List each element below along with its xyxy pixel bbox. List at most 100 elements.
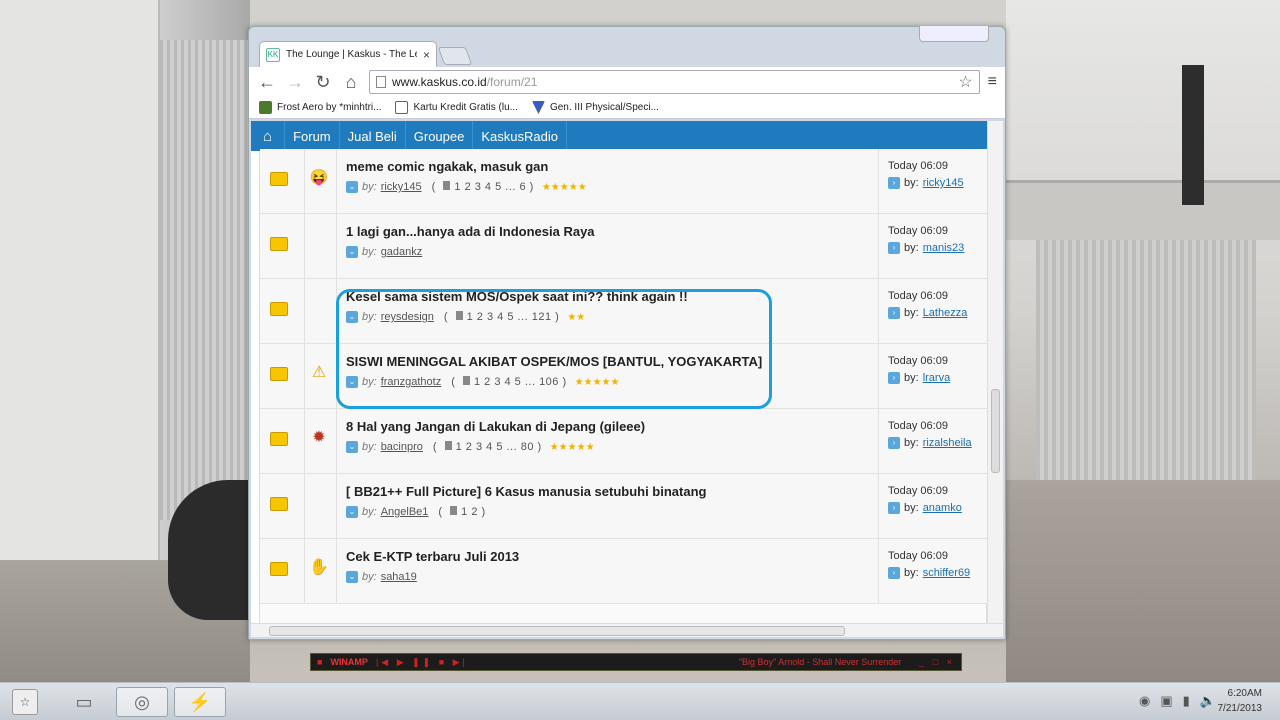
thread-row[interactable]: [ BB21++ Full Picture] 6 Kasus manusia s…	[260, 474, 988, 539]
browser-window: KK The Lounge | Kaskus - The Le × ← → ↻ …	[248, 26, 1006, 640]
expand-chevron-icon[interactable]: ⌄	[346, 376, 358, 388]
go-to-last-post-icon[interactable]: ›	[888, 502, 900, 514]
thread-row[interactable]: 1 lagi gan...hanya ada di Indonesia Raya…	[260, 214, 988, 279]
scrollbar-thumb[interactable]	[991, 389, 1000, 473]
bookmark-item[interactable]: Gen. III Physical/Speci...	[531, 101, 659, 114]
reload-icon[interactable]: ↻	[313, 72, 333, 93]
page-links[interactable]: ( 1 2 )	[438, 506, 485, 518]
bookmark-item[interactable]: Frost Aero by *minhtri...	[259, 101, 381, 114]
expand-chevron-icon[interactable]: ⌄	[346, 311, 358, 323]
thread-meta: ⌄ by: saha19	[346, 571, 417, 583]
thread-title[interactable]: SISWI MENINGGAL AKIBAT OSPEK/MOS [BANTUL…	[346, 354, 762, 369]
close-tab-icon[interactable]: ×	[423, 48, 430, 62]
thread-author[interactable]: bacinpro	[381, 441, 423, 453]
last-post-by: › by: manis23	[888, 242, 964, 254]
tab-the-lounge[interactable]: KK The Lounge | Kaskus - The Le ×	[259, 41, 437, 67]
page-links[interactable]: ( 1 2 3 4 5 ... 106 )	[451, 376, 566, 388]
winamp-logo-icon: ■	[317, 657, 323, 667]
thread-title[interactable]: 8 Hal yang Jangan di Lakukan di Jepang (…	[346, 419, 645, 434]
system-clock[interactable]: 6:20AM 7/21/2013	[1218, 686, 1263, 716]
last-post-user[interactable]: ricky145	[923, 177, 964, 189]
page-links[interactable]: ( 1 2 3 4 5 ... 121 )	[444, 311, 559, 323]
go-to-last-post-icon[interactable]: ›	[888, 372, 900, 384]
horizontal-scrollbar[interactable]	[251, 623, 1003, 637]
go-to-last-post-icon[interactable]: ›	[888, 242, 900, 254]
bookmark-item[interactable]: Kartu Kredit Gratis (lu...	[395, 101, 518, 114]
page-content: ⌂ Forum Jual Beli Groupee KaskusRadio 😝 …	[251, 121, 1003, 627]
thread-author[interactable]: gadankz	[381, 246, 423, 258]
page-links[interactable]: ( 1 2 3 4 5 ... 80 )	[433, 441, 542, 453]
nav-forum[interactable]: Forum	[285, 121, 340, 151]
by-label: by:	[362, 441, 377, 453]
thread-author[interactable]: ricky145	[381, 181, 422, 193]
last-post-user[interactable]: manis23	[923, 242, 965, 254]
home-nav-icon[interactable]: ⌂	[251, 121, 286, 151]
nav-groupee[interactable]: Groupee	[406, 121, 474, 151]
by-label: by:	[362, 376, 377, 388]
last-by-label: by:	[904, 177, 919, 189]
thread-title[interactable]: Kesel sama sistem MOS/Ospek saat ini?? t…	[346, 289, 688, 304]
expand-chevron-icon[interactable]: ⌄	[346, 246, 358, 258]
start-button[interactable]: ☆	[12, 689, 38, 715]
address-bar[interactable]: www.kaskus.co.id/forum/21 ☆	[369, 70, 980, 94]
winamp-taskbar-icon[interactable]: ⚡	[174, 687, 226, 717]
horizontal-scrollbar-thumb[interactable]	[269, 626, 845, 636]
thread-meta: ⌄ by: gadankz	[346, 246, 422, 258]
thread-row[interactable]: ✋ Cek E-KTP terbaru Juli 2013 ⌄ by: saha…	[260, 539, 988, 604]
last-post-user[interactable]: lrarva	[923, 372, 951, 384]
thread-title[interactable]: meme comic ngakak, masuk gan	[346, 159, 548, 174]
forward-arrow-icon[interactable]: →	[285, 72, 305, 93]
expand-chevron-icon[interactable]: ⌄	[346, 571, 358, 583]
bookmark-star-icon[interactable]: ☆	[958, 72, 972, 92]
network-icon[interactable]: ▮	[1183, 693, 1190, 709]
last-post-user[interactable]: rizalsheila	[923, 437, 972, 449]
expand-chevron-icon[interactable]: ⌄	[346, 441, 358, 453]
thread-title[interactable]: [ BB21++ Full Picture] 6 Kasus manusia s…	[346, 484, 706, 499]
back-arrow-icon[interactable]: ←	[257, 72, 277, 93]
go-to-last-post-icon[interactable]: ›	[888, 437, 900, 449]
pages-icon	[462, 376, 470, 385]
thread-row[interactable]: ⚠ SISWI MENINGGAL AKIBAT OSPEK/MOS [BANT…	[260, 344, 988, 409]
thread-title[interactable]: 1 lagi gan...hanya ada di Indonesia Raya	[346, 224, 595, 239]
last-post-user[interactable]: Lathezza	[923, 307, 968, 319]
page-links[interactable]: ( 1 2 3 4 5 ... 6 )	[432, 181, 534, 193]
volume-icon[interactable]: 🔈	[1200, 693, 1216, 709]
thread-row[interactable]: 😝 meme comic ngakak, masuk gan ⌄ by: ric…	[260, 149, 988, 214]
thread-author[interactable]: AngelBe1	[381, 506, 429, 518]
last-by-label: by:	[904, 437, 919, 449]
last-post-user[interactable]: anamko	[923, 502, 962, 514]
expand-chevron-icon[interactable]: ⌄	[346, 506, 358, 518]
thread-author[interactable]: franzgathotz	[381, 376, 442, 388]
nav-kaskusradio[interactable]: KaskusRadio	[473, 121, 567, 151]
pages-icon	[444, 441, 452, 450]
winamp-window-buttons[interactable]: _ □ ×	[919, 657, 955, 667]
thread-author[interactable]: reysdesign	[381, 311, 434, 323]
nav-jual-beli[interactable]: Jual Beli	[340, 121, 406, 151]
last-post-by: › by: Lathezza	[888, 307, 967, 319]
folder-icon	[270, 432, 288, 446]
folder-icon	[270, 172, 288, 186]
thread-title[interactable]: Cek E-KTP terbaru Juli 2013	[346, 549, 519, 564]
home-icon[interactable]: ⌂	[341, 72, 361, 93]
bookmarks-bar: Frost Aero by *minhtri... Kartu Kredit G…	[249, 97, 1005, 119]
vertical-scrollbar[interactable]	[987, 121, 1003, 627]
tray-app-icon[interactable]: ◉	[1139, 693, 1150, 709]
go-to-last-post-icon[interactable]: ›	[888, 567, 900, 579]
thread-meta: ⌄ by: AngelBe1 ( 1 2 )	[346, 506, 486, 518]
explorer-taskbar-icon[interactable]: ▭	[58, 687, 110, 717]
menu-icon[interactable]: ≡	[988, 73, 997, 91]
go-to-last-post-icon[interactable]: ›	[888, 177, 900, 189]
system-tray: ◉ ▣ ▮ 🔈	[1139, 693, 1216, 709]
winamp-controls[interactable]: |◀ ▶ ❚❚ ■ ▶|	[376, 657, 468, 668]
thread-row[interactable]: ✹ 8 Hal yang Jangan di Lakukan di Jepang…	[260, 409, 988, 474]
chrome-taskbar-icon[interactable]: ◎	[116, 687, 168, 717]
expand-chevron-icon[interactable]: ⌄	[346, 181, 358, 193]
new-tab-button[interactable]	[437, 47, 473, 65]
thread-row[interactable]: Kesel sama sistem MOS/Ospek saat ini?? t…	[260, 279, 988, 344]
clock-time: 6:20AM	[1227, 688, 1262, 699]
last-post-user[interactable]: schiffer69	[923, 567, 971, 579]
last-post-time: Today 06:09	[888, 550, 948, 562]
thread-author[interactable]: saha19	[381, 571, 417, 583]
go-to-last-post-icon[interactable]: ›	[888, 307, 900, 319]
tray-flag-icon[interactable]: ▣	[1160, 693, 1172, 709]
